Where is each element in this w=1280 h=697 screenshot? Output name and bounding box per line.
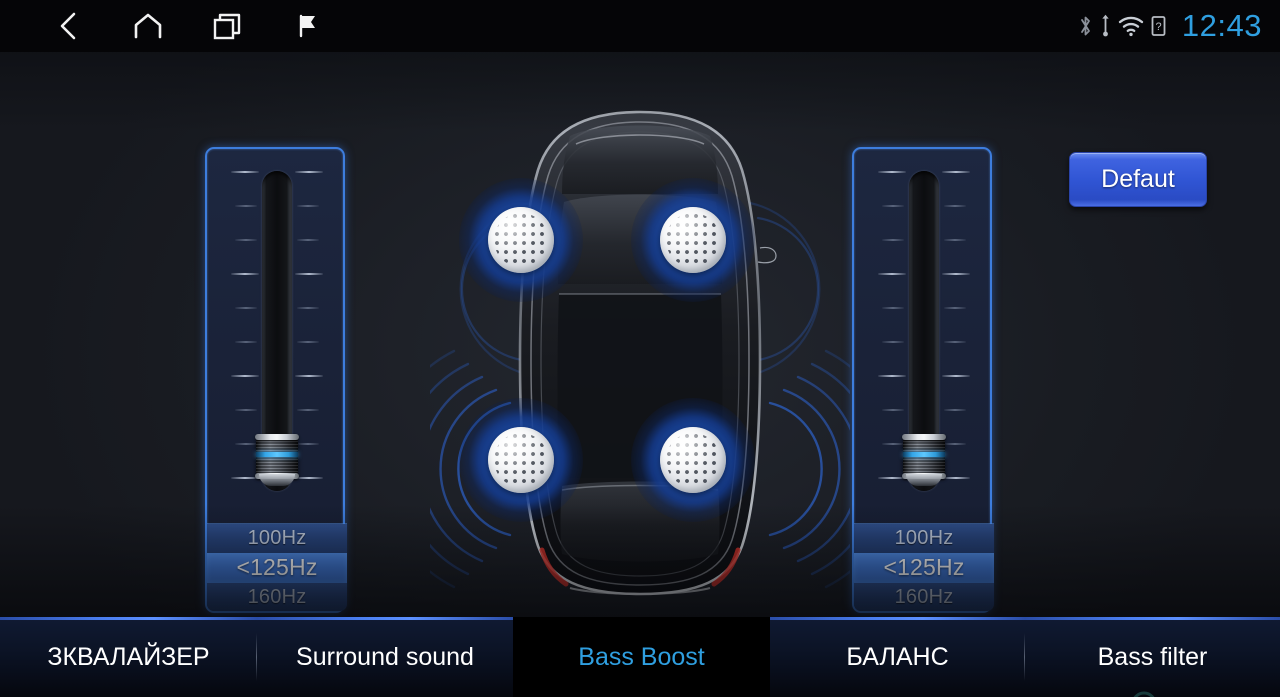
- status-icons: ? 12:43: [1078, 0, 1262, 52]
- speaker-rear-right: [631, 398, 755, 522]
- status-bar: ? 12:43: [0, 0, 1280, 52]
- speaker-cone-icon: [660, 427, 726, 493]
- knob-indicator-line: [256, 452, 298, 457]
- speaker-rear-left: [459, 398, 583, 522]
- speaker-cone-icon: [488, 207, 554, 273]
- speaker-cone-icon: [488, 427, 554, 493]
- tab-label: БАЛАНС: [846, 642, 949, 671]
- car-top-view: [430, 110, 850, 596]
- bass-slider-left[interactable]: [207, 149, 347, 527]
- bass-panel-right: 100Hz <125Hz 160Hz: [852, 147, 994, 613]
- knob-body: [903, 438, 945, 476]
- navigation-buttons: [0, 0, 348, 52]
- slider-knob[interactable]: [255, 433, 299, 486]
- tab-label: Bass filter: [1097, 642, 1208, 671]
- frequency-option-100hz[interactable]: 100Hz: [207, 524, 347, 554]
- knob-edge-top: [902, 434, 946, 440]
- car-audio-app-screen: ? 12:43 100Hz <125Hz 160Hz 100Hz <125Hz …: [0, 0, 1280, 697]
- tab-bass-boost[interactable]: Bass Boost: [513, 617, 770, 697]
- bluetooth-icon: [1078, 14, 1093, 38]
- tab-surround-sound[interactable]: Surround sound: [257, 617, 513, 697]
- wifi-icon: [1118, 15, 1144, 37]
- tab-label: ЗКВАЛАЙЗЕР: [47, 642, 210, 671]
- bass-panel-left: 100Hz <125Hz 160Hz: [205, 147, 347, 613]
- frequency-selector-left: 100Hz <125Hz 160Hz: [207, 523, 347, 611]
- frequency-option-125hz-selected[interactable]: <125Hz: [207, 553, 347, 583]
- tab-label: Bass Boost: [578, 642, 705, 671]
- svg-text:?: ?: [1155, 21, 1161, 33]
- status-bar-clock: 12:43: [1181, 8, 1262, 43]
- frequency-selector-right: 100Hz <125Hz 160Hz: [854, 523, 994, 611]
- main-stage: 100Hz <125Hz 160Hz 100Hz <125Hz 160Hz De…: [0, 52, 1280, 617]
- sim-card-icon: ?: [1151, 15, 1166, 37]
- recents-icon[interactable]: [188, 0, 268, 52]
- default-button[interactable]: Defaut: [1069, 152, 1207, 207]
- usb-icon: [1100, 14, 1111, 38]
- slider-knob[interactable]: [902, 433, 946, 486]
- knob-indicator-line: [903, 452, 945, 457]
- frequency-option-160hz[interactable]: 160Hz: [207, 582, 347, 611]
- knob-edge-top: [255, 434, 299, 440]
- tab-balance[interactable]: БАЛАНС: [770, 617, 1025, 697]
- speaker-front-left: [459, 178, 583, 302]
- car-speaker-diagram: [430, 98, 850, 618]
- knob-body: [256, 438, 298, 476]
- frequency-option-160hz[interactable]: 160Hz: [854, 582, 994, 611]
- bass-slider-right[interactable]: [854, 149, 994, 527]
- home-icon[interactable]: [108, 0, 188, 52]
- speaker-cone-icon: [660, 207, 726, 273]
- frequency-option-100hz[interactable]: 100Hz: [854, 524, 994, 554]
- flag-icon[interactable]: [268, 0, 348, 52]
- speaker-front-right: [631, 178, 755, 302]
- frequency-option-125hz-selected[interactable]: <125Hz: [854, 553, 994, 583]
- back-icon[interactable]: [28, 0, 108, 52]
- bottom-tab-bar: ЗКВАЛАЙЗЕР Surround sound Bass Boost БАЛ…: [0, 617, 1280, 697]
- tab-label: Surround sound: [296, 642, 474, 671]
- tab-bass-filter[interactable]: Bass filter: [1025, 617, 1280, 697]
- tab-equalizer[interactable]: ЗКВАЛАЙЗЕР: [0, 617, 257, 697]
